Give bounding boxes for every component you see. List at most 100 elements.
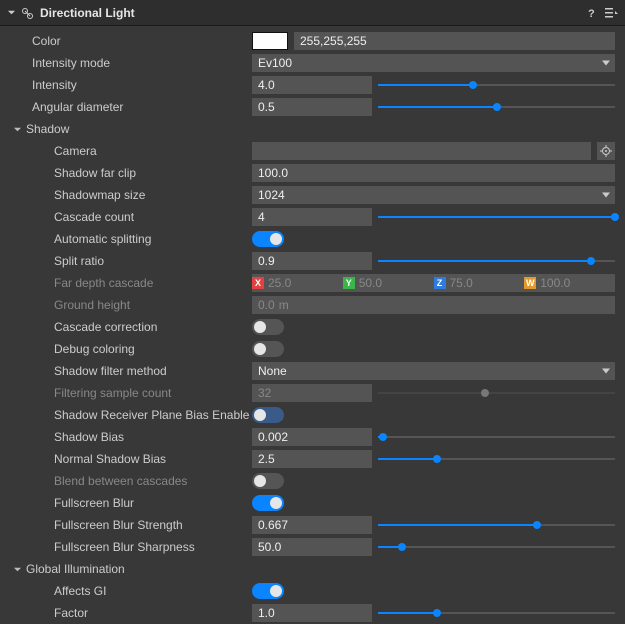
gi-factor-input[interactable] [252,604,372,622]
gi-factor-slider[interactable] [378,604,615,622]
shadow-bias-slider[interactable] [378,428,615,446]
cascade-segment: Z 75.0 [434,276,473,290]
far-depth-cascade-row: Far depth cascade X 25.0 Y50.0 Z 75.0 W 100.0 [0,272,625,294]
cascade-value: 25.0 [268,276,291,290]
cascade-value: 75.0 [450,276,473,290]
intensity-slider[interactable] [378,76,615,94]
debug-coloring-toggle[interactable] [252,341,284,357]
fs-blur-sharp-slider[interactable] [378,538,615,556]
fs-blur-strength-slider[interactable] [378,516,615,534]
filter-samples-input: 32 [252,384,372,402]
chevron-down-icon [12,564,22,574]
filter-method-select[interactable]: None [252,362,615,380]
normal-bias-slider[interactable] [378,450,615,468]
filter-samples-label: Filtering sample count [54,386,171,400]
fs-blur-sharp-input[interactable] [252,538,372,556]
cascade-tag: Y [343,277,355,289]
color-label: Color [32,34,61,48]
intensity-mode-select[interactable]: Ev100 [252,54,615,72]
intensity-label: Intensity [32,78,77,92]
shadow-bias-row: Shadow Bias [0,426,625,448]
auto-splitting-toggle[interactable] [252,231,284,247]
normal-bias-input[interactable] [252,450,372,468]
component-header: Directional Light ? [0,0,625,26]
cascade-count-input[interactable] [252,208,372,226]
debug-coloring-label: Debug coloring [54,342,135,356]
camera-row: Camera [0,140,625,162]
shadow-far-clip-input[interactable] [252,164,615,182]
split-ratio-input[interactable] [252,252,372,270]
color-row: Color [0,30,625,52]
shadow-section-header[interactable]: Shadow [0,118,625,140]
intensity-mode-row: Intensity mode Ev100 [0,52,625,74]
far-depth-cascade-bar: X 25.0 Y50.0 Z 75.0 W 100.0 [252,274,615,292]
collapse-icon[interactable] [6,8,16,18]
auto-splitting-row: Automatic splitting [0,228,625,250]
cascade-tag: Z [434,277,446,289]
recv-plane-bias-row: Shadow Receiver Plane Bias Enable [0,404,625,426]
camera-field[interactable] [252,142,591,160]
angular-diameter-slider[interactable] [378,98,615,116]
cascade-count-slider[interactable] [378,208,615,226]
recv-plane-bias-toggle[interactable] [252,407,284,423]
fs-blur-label: Fullscreen Blur [54,496,134,510]
far-depth-cascade-label: Far depth cascade [54,276,153,290]
shadow-bias-input[interactable] [252,428,372,446]
intensity-input[interactable] [252,76,372,94]
fs-blur-sharp-label: Fullscreen Blur Sharpness [54,540,195,554]
angular-diameter-row: Angular diameter [0,96,625,118]
normal-bias-row: Normal Shadow Bias [0,448,625,470]
fs-blur-toggle[interactable] [252,495,284,511]
shadow-far-clip-label: Shadow far clip [54,166,136,180]
fs-blur-strength-input[interactable] [252,516,372,534]
filter-samples-slider [378,384,615,402]
filter-method-label: Shadow filter method [54,364,167,378]
gi-factor-label: Factor [54,606,88,620]
cascade-tag: W [524,277,536,289]
blend-cascades-row: Blend between cascades [0,470,625,492]
color-swatch[interactable] [252,32,288,50]
cascade-count-row: Cascade count [0,206,625,228]
shadowmap-size-select[interactable]: 1024 [252,186,615,204]
gi-section-header[interactable]: Global Illumination [0,558,625,580]
intensity-mode-label: Intensity mode [32,56,110,70]
blend-cascades-toggle [252,473,284,489]
fs-blur-strength-row: Fullscreen Blur Strength [0,514,625,536]
cascade-segment: X 25.0 [252,276,291,290]
cascade-segment: Y50.0 [343,276,382,290]
intensity-row: Intensity [0,74,625,96]
split-ratio-row: Split ratio [0,250,625,272]
cascade-correction-toggle[interactable] [252,319,284,335]
cascade-tag: X [252,277,264,289]
angular-diameter-label: Angular diameter [32,100,123,114]
fs-blur-strength-label: Fullscreen Blur Strength [54,518,183,532]
ground-height-row: Ground height 0.0m [0,294,625,316]
gi-factor-row: Factor [0,602,625,624]
shadowmap-size-row: Shadowmap size 1024 [0,184,625,206]
fs-blur-row: Fullscreen Blur [0,492,625,514]
camera-label: Camera [54,144,97,158]
color-input[interactable] [294,32,615,50]
shadowmap-size-label: Shadowmap size [54,188,145,202]
component-title: Directional Light [40,6,585,20]
split-ratio-slider[interactable] [378,252,615,270]
menu-icon[interactable] [605,7,619,19]
cascade-segment: W 100.0 [524,276,570,290]
split-ratio-label: Split ratio [54,254,104,268]
cascade-value: 100.0 [540,276,570,290]
target-picker-button[interactable] [597,142,615,160]
svg-text:?: ? [588,8,595,19]
properties-panel: Color Intensity mode Ev100 Intensity Ang… [0,26,625,624]
affects-gi-toggle[interactable] [252,583,284,599]
help-icon[interactable]: ? [585,7,597,19]
shadow-bias-label: Shadow Bias [54,430,124,444]
blend-cascades-label: Blend between cascades [54,474,187,488]
fs-blur-sharp-row: Fullscreen Blur Sharpness [0,536,625,558]
auto-splitting-label: Automatic splitting [54,232,151,246]
ground-height-label: Ground height [54,298,130,312]
light-icon [20,6,34,20]
angular-diameter-input[interactable] [252,98,372,116]
shadow-far-clip-row: Shadow far clip [0,162,625,184]
filter-samples-row: Filtering sample count 32 [0,382,625,404]
cascade-correction-label: Cascade correction [54,320,157,334]
